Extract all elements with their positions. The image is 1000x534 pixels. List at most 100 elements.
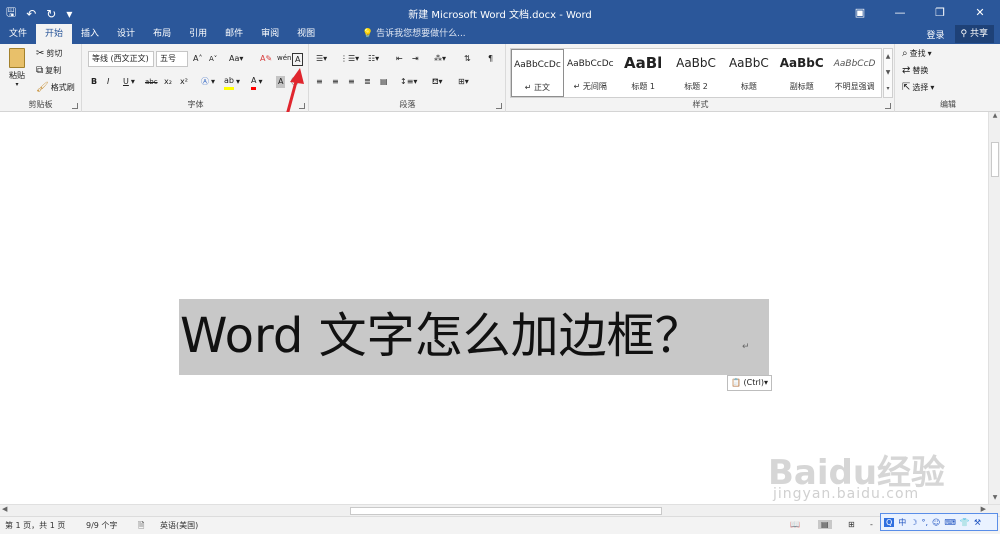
phonetic-guide-button[interactable]: wén	[277, 50, 291, 66]
tab-mailings[interactable]: 邮件	[216, 24, 252, 44]
toolbox-icon[interactable]: ⚒	[974, 518, 981, 527]
align-right-button[interactable]: ≡	[348, 74, 355, 90]
ime-toolbar: Q 中 ☽ °, ☺ ⌨ 👕 ⚒	[880, 513, 998, 531]
paste-button[interactable]: 粘贴 ▾	[6, 48, 28, 88]
scissors-icon: ✂	[36, 48, 45, 59]
tab-insert[interactable]: 插入	[72, 24, 108, 44]
increase-indent-button[interactable]: ⇥	[412, 51, 419, 67]
change-case-button[interactable]: Aa▾	[229, 51, 243, 67]
word-count[interactable]: 9/9 个字	[86, 520, 117, 531]
grow-font-button[interactable]: A˄	[193, 51, 202, 67]
font-name-combo[interactable]: 等线 (西文正文)	[88, 51, 154, 67]
zoom-out-button[interactable]: -	[870, 520, 873, 529]
multilevel-list-button[interactable]: ☷▾	[368, 51, 379, 67]
font-color-button[interactable]: A ▾	[251, 74, 263, 90]
horizontal-scrollbar[interactable]: ◀ ▶	[0, 504, 1000, 516]
italic-button[interactable]: I	[107, 74, 109, 90]
clear-formatting-button[interactable]: A✎	[260, 51, 272, 67]
scroll-right-icon[interactable]: ▶	[981, 505, 986, 513]
subscript-button[interactable]: x₂	[164, 74, 172, 90]
horizontal-scroll-thumb[interactable]	[350, 507, 662, 515]
punctuation-icon[interactable]: °,	[921, 518, 928, 527]
numbering-button[interactable]: ⋮☰▾	[340, 51, 359, 67]
tab-references[interactable]: 引用	[180, 24, 216, 44]
ime-mode-indicator[interactable]: 中	[898, 517, 906, 528]
page-count[interactable]: 第 1 页，共 1 页	[5, 520, 65, 531]
format-painter-button[interactable]: 🖌 格式刷	[36, 80, 75, 96]
halfwidth-moon-icon[interactable]: ☽	[910, 518, 917, 527]
bullets-button[interactable]: ☰▾	[316, 51, 327, 67]
tell-me-search[interactable]: 💡 告诉我您想要做什么...	[362, 24, 466, 44]
style-title[interactable]: AaBbC 标题	[722, 49, 775, 97]
document-text[interactable]: Word 文字怎么加边框？	[180, 304, 703, 368]
share-button[interactable]: ⚲ 共享	[954, 25, 994, 43]
tab-view[interactable]: 视图	[288, 24, 324, 44]
vertical-scrollbar[interactable]: ▲ ▼	[988, 112, 1000, 504]
print-layout-icon[interactable]: ▤	[818, 520, 832, 529]
shading-button[interactable]: ⛾▾	[432, 74, 443, 90]
keyboard-icon[interactable]: ⌨	[944, 518, 956, 527]
tab-layout[interactable]: 布局	[144, 24, 180, 44]
strikethrough-button[interactable]: abc	[145, 74, 158, 90]
language-indicator[interactable]: 英语(美国)	[160, 520, 198, 531]
distributed-button[interactable]: ▤	[380, 74, 388, 90]
ribbon-display-options-button[interactable]: ▣	[840, 0, 880, 24]
read-mode-icon[interactable]: 📖	[790, 520, 800, 529]
cut-button[interactable]: ✂ 剪切	[36, 46, 62, 62]
tab-home[interactable]: 开始	[36, 24, 73, 44]
bold-button[interactable]: B	[91, 74, 97, 90]
sort-button[interactable]: ⇅	[464, 51, 471, 67]
emoji-icon[interactable]: ☺	[932, 518, 940, 527]
align-center-button[interactable]: ≡	[332, 74, 339, 90]
style-heading-2[interactable]: AaBbC 标题 2	[670, 49, 723, 97]
highlight-color-button[interactable]: ab ▾	[224, 74, 240, 90]
tab-file[interactable]: 文件	[0, 24, 36, 44]
vertical-scroll-thumb[interactable]	[991, 142, 999, 177]
style-heading-1[interactable]: AaBl 标题 1	[617, 49, 670, 97]
replace-button[interactable]: ⇄ 替换	[902, 63, 928, 79]
tab-design[interactable]: 设计	[108, 24, 144, 44]
borders-button[interactable]: ⊞▾	[458, 74, 469, 90]
change-case-icon: Aa▾	[229, 54, 244, 63]
restore-button[interactable]: ❐	[920, 0, 960, 24]
borders-icon: ⊞▾	[458, 77, 469, 86]
clipboard-dialog-launcher-icon[interactable]	[72, 103, 78, 109]
scroll-up-icon[interactable]: ▲	[989, 112, 1000, 122]
sign-in-link[interactable]: 登录	[927, 28, 945, 41]
bold-icon: B	[91, 77, 98, 86]
web-layout-icon[interactable]: ⊞	[848, 520, 855, 529]
select-button[interactable]: ⇱ 选择 ▾	[902, 80, 934, 96]
font-size-combo[interactable]: 五号	[156, 51, 188, 67]
text-effects-button[interactable]: Ⓐ ▾	[201, 74, 215, 90]
minimize-button[interactable]: —	[880, 0, 920, 24]
asian-layout-button[interactable]: ⁂▾	[434, 51, 446, 67]
align-left-button[interactable]: ≡	[316, 74, 323, 90]
style-normal[interactable]: AaBbCcDc ↵ 正文	[511, 49, 564, 97]
line-spacing-button[interactable]: ↕≡▾	[400, 74, 417, 90]
find-button[interactable]: ⌕ 查找 ▾	[902, 46, 932, 62]
skin-icon[interactable]: 👕	[960, 518, 970, 527]
close-button[interactable]: ✕	[960, 0, 1000, 24]
scroll-left-icon[interactable]: ◀	[2, 505, 7, 513]
copy-button[interactable]: ⧉ 复制	[36, 63, 61, 79]
cursor-icon: ⇱	[902, 82, 911, 93]
style-subtle-emphasis[interactable]: AaBbCcD 不明显强调	[828, 49, 881, 97]
strikethrough-icon: abc	[145, 78, 158, 86]
decrease-indent-button[interactable]: ⇤	[396, 51, 403, 67]
styles-dialog-launcher-icon[interactable]	[885, 103, 891, 109]
sogou-icon[interactable]: Q	[884, 517, 895, 527]
character-border-button[interactable]: A	[292, 51, 304, 67]
style-gallery-scroll[interactable]: ▲ ▼ ▾	[883, 48, 893, 98]
style-subtitle[interactable]: AaBbC 副标题	[775, 49, 828, 97]
shrink-font-button[interactable]: A˅	[209, 51, 217, 67]
paste-options-button[interactable]: 📋 (Ctrl)▾	[727, 375, 773, 391]
superscript-button[interactable]: x²	[180, 74, 188, 90]
justify-button[interactable]: ≣	[364, 74, 371, 90]
paragraph-dialog-launcher-icon[interactable]	[496, 103, 502, 109]
underline-button[interactable]: U ▾	[123, 74, 135, 90]
show-marks-button[interactable]: ¶	[488, 51, 493, 67]
tab-review[interactable]: 审阅	[252, 24, 288, 44]
scroll-down-icon[interactable]: ▼	[989, 494, 1000, 504]
style-no-spacing[interactable]: AaBbCcDc ↵ 无间隔	[564, 49, 617, 97]
proofing-icon[interactable]: 🗎	[138, 520, 144, 534]
